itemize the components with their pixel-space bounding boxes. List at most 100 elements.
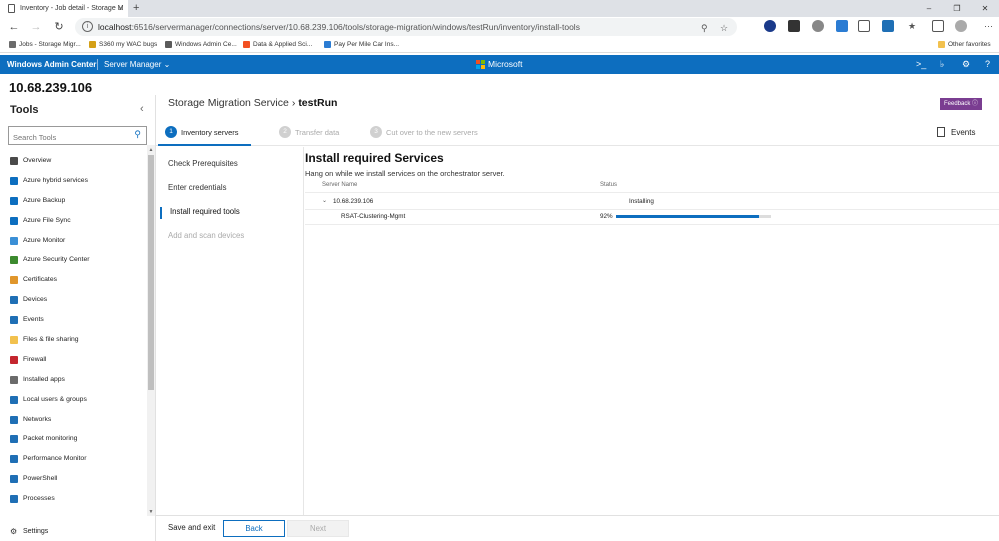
help-icon[interactable]: ? xyxy=(985,55,990,74)
firewall-icon xyxy=(10,355,18,364)
bookmark-item[interactable]: Jobs - Storage Migr... xyxy=(9,37,81,52)
chevron-right-icon: › xyxy=(291,97,296,109)
close-window-button[interactable]: ✕ xyxy=(971,0,999,17)
feedback-button[interactable]: Feedback ⓘ xyxy=(940,98,982,110)
back-button[interactable]: Back xyxy=(223,520,285,537)
tool-item[interactable]: Files & file sharing xyxy=(0,330,147,350)
bookmark-item[interactable]: Data & Applied Sci... xyxy=(243,37,312,52)
tab-title: Inventory - Job detail - Storage M xyxy=(20,5,124,12)
tool-item[interactable]: Azure File Sync xyxy=(0,211,147,231)
profile-avatar[interactable] xyxy=(955,20,967,32)
header-divider xyxy=(97,59,98,70)
powershell-prompt-icon[interactable]: >_ xyxy=(916,55,926,74)
certificate-icon xyxy=(10,276,18,285)
forward-arrow-icon[interactable]: → xyxy=(28,19,44,35)
step-label: Cut over to the new servers xyxy=(386,128,478,137)
powershell-icon xyxy=(10,475,18,484)
breadcrumb-parent[interactable]: Storage Migration Service xyxy=(168,97,289,109)
bookmark-item[interactable]: S360 my WAC bugs xyxy=(89,37,157,52)
favorites-icon[interactable]: ★ xyxy=(908,20,916,32)
browser-tab[interactable]: Inventory - Job detail - Storage M × xyxy=(0,0,128,17)
browser-toolbar: ← → ↻ i localhost:6516/servermanager/con… xyxy=(0,17,999,37)
microsoft-label: Microsoft xyxy=(488,59,523,69)
search-icon[interactable]: ⚲ xyxy=(134,129,141,140)
gear-icon[interactable]: ⚙ xyxy=(962,55,970,74)
tool-item[interactable]: Packet monitoring xyxy=(0,429,147,449)
extension-outlook-icon[interactable] xyxy=(882,20,894,32)
tool-item[interactable]: Installed apps xyxy=(0,370,147,390)
settings-item[interactable]: ⚙ Settings xyxy=(0,523,155,541)
tool-item[interactable]: Azure hybrid services xyxy=(0,171,147,191)
server-row-name[interactable]: 10.68.239.106 xyxy=(333,198,373,205)
column-header-status[interactable]: Status xyxy=(600,182,617,188)
solution-menu[interactable]: Server Manager ⌄ xyxy=(104,55,170,74)
tool-item[interactable]: Azure Backup xyxy=(0,191,147,211)
app-brand[interactable]: Windows Admin Center xyxy=(7,55,96,74)
page-title: Install required Services xyxy=(305,151,444,165)
substep-install-required-tools[interactable]: Install required tools xyxy=(170,207,240,216)
tool-item[interactable]: Processes xyxy=(0,489,147,509)
tool-item[interactable]: PowerShell xyxy=(0,469,147,489)
tool-item[interactable]: Events xyxy=(0,310,147,330)
collections-icon[interactable] xyxy=(932,20,944,32)
row-divider xyxy=(305,224,999,225)
next-button: Next xyxy=(287,520,349,537)
search-tools: ⚲ xyxy=(8,126,147,146)
chevron-down-icon[interactable]: ⌄ xyxy=(322,197,327,204)
scroll-down-icon[interactable]: ▼ xyxy=(147,509,155,515)
folder-icon xyxy=(938,41,945,48)
tool-item[interactable]: Local users & groups xyxy=(0,390,147,410)
tool-item[interactable]: Certificates xyxy=(0,270,147,290)
tool-item-label: Events xyxy=(23,316,44,324)
active-step-underline xyxy=(158,144,251,146)
save-and-exit-link[interactable]: Save and exit xyxy=(168,523,215,532)
substep-add-and-scan-devices: Add and scan devices xyxy=(168,231,245,240)
column-header-server-name[interactable]: Server Name xyxy=(322,182,357,188)
url-text[interactable]: localhost:6516/servermanager/connections… xyxy=(98,18,580,36)
zoom-icon[interactable]: ⚲ xyxy=(701,22,708,34)
feature-row-name[interactable]: RSAT-Clustering-Mgmt xyxy=(341,213,405,220)
scrollbar-thumb[interactable] xyxy=(148,155,154,390)
processes-icon xyxy=(10,495,18,504)
address-bar[interactable]: i localhost:6516/servermanager/connectio… xyxy=(75,18,737,36)
tool-item-label: Processes xyxy=(23,495,55,503)
maximize-button[interactable]: ❐ xyxy=(943,0,971,17)
settings-label: Settings xyxy=(23,528,49,535)
tool-item[interactable]: Networks xyxy=(0,410,147,430)
tab-close-icon[interactable]: × xyxy=(118,0,123,17)
search-input[interactable] xyxy=(9,129,124,146)
collapse-chevron-icon[interactable]: ‹ xyxy=(140,103,144,115)
overview-icon xyxy=(10,157,18,165)
tool-item[interactable]: Firewall xyxy=(0,350,147,370)
bookmark-item[interactable]: Pay Per Mile Car Ins... xyxy=(324,37,399,52)
minimize-button[interactable]: – xyxy=(915,0,943,17)
tool-item[interactable]: Performance Monitor xyxy=(0,449,147,469)
bookmark-item[interactable]: Windows Admin Ce... xyxy=(165,37,237,52)
extension-blue-icon[interactable] xyxy=(836,20,848,32)
new-tab-button[interactable]: + xyxy=(133,0,139,17)
browser-tab-strip: Inventory - Job detail - Storage M × + –… xyxy=(0,0,999,17)
extension-shield-icon[interactable] xyxy=(764,20,776,32)
tool-item[interactable]: Devices xyxy=(0,290,147,310)
back-arrow-icon[interactable]: ← xyxy=(6,19,22,35)
more-menu-icon[interactable]: ⋯ xyxy=(984,20,993,32)
extension-dark-icon[interactable] xyxy=(788,20,800,32)
tool-item[interactable]: Azure Security Center xyxy=(0,250,147,270)
bookmark-star-icon[interactable]: ☆ xyxy=(720,22,728,34)
tool-item[interactable]: Azure Monitor xyxy=(0,231,147,251)
header-divider xyxy=(305,192,999,193)
substep-enter-credentials[interactable]: Enter credentials xyxy=(168,183,227,192)
events-button[interactable]: Events xyxy=(937,126,975,140)
tool-item-label: Azure hybrid services xyxy=(23,176,88,184)
notifications-bell-icon[interactable]: ♭ xyxy=(940,55,944,74)
screenshot-icon[interactable] xyxy=(858,20,870,32)
scroll-up-icon[interactable]: ▲ xyxy=(147,147,155,153)
tool-item[interactable]: Overview xyxy=(0,151,147,171)
substep-check-prerequisites[interactable]: Check Prerequisites xyxy=(168,159,238,168)
extension-gray-icon[interactable] xyxy=(812,20,824,32)
refresh-icon[interactable]: ↻ xyxy=(51,19,67,35)
gear-icon: ⚙ xyxy=(10,527,18,536)
site-info-icon[interactable]: i xyxy=(82,21,93,32)
wizard-steps: 1 Inventory servers 2 Transfer data 3 Cu… xyxy=(156,119,999,146)
other-favorites[interactable]: Other favorites xyxy=(938,37,991,52)
